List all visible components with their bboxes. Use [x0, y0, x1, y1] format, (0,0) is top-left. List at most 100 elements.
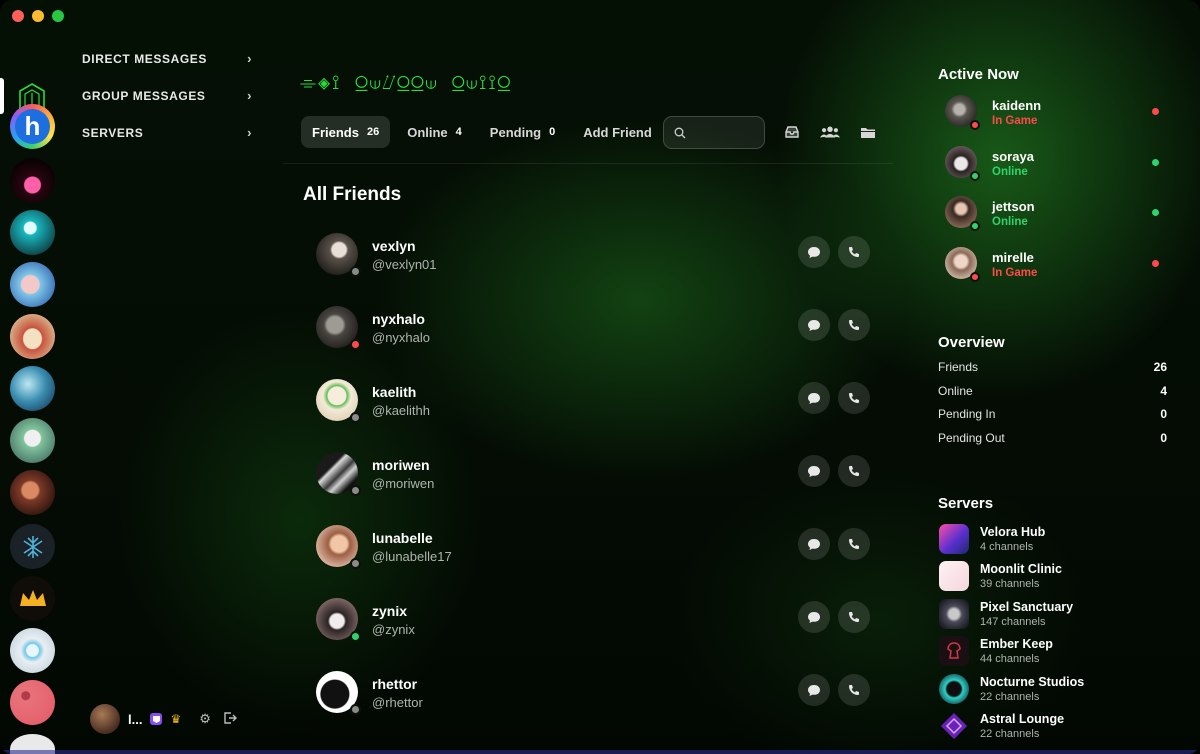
- tab-label: Add Friend: [583, 124, 652, 140]
- tab-add-friend[interactable]: Add Friend: [572, 116, 663, 148]
- friend-row[interactable]: moriwen @moriwen: [316, 445, 876, 518]
- friend-row[interactable]: rhettor @rhettor: [316, 664, 876, 737]
- activity-indicator: [1152, 259, 1159, 267]
- nav-item-direct-messages[interactable]: DIRECT MESSAGES ›: [82, 40, 252, 77]
- tab-online[interactable]: Online 4: [396, 116, 473, 148]
- active-user-row[interactable]: jettson Online: [945, 196, 1165, 247]
- group-users-icon[interactable]: [820, 122, 840, 142]
- crown-badge-icon: ♛: [170, 712, 182, 726]
- server-icon-shell[interactable]: [10, 628, 55, 673]
- friend-list: vexlyn@vexlyn01 nyxhalo@nyxhalo kaelit: [316, 226, 876, 737]
- server-row[interactable]: Pixel Sanctuary 147 channels: [939, 595, 1169, 633]
- section-title: All Friends: [303, 184, 402, 205]
- server-icon-anime[interactable]: [10, 262, 55, 307]
- settings-gear-icon[interactable]: ⚙: [199, 711, 211, 727]
- active-user-row[interactable]: kaidenn In Game: [945, 95, 1165, 146]
- tab-friends[interactable]: Friends 26: [301, 116, 391, 148]
- search-box[interactable]: [663, 116, 765, 149]
- phone-icon: [849, 466, 859, 476]
- friend-row[interactable]: zynix @zynix: [316, 591, 876, 664]
- call-button[interactable]: [838, 528, 870, 560]
- server-icon-crown[interactable]: [10, 576, 55, 621]
- friend-avatar: [316, 233, 361, 277]
- minimize-window-button[interactable]: [32, 10, 44, 22]
- server-icon-heart[interactable]: [10, 158, 55, 203]
- chat-bubble-icon: [808, 684, 820, 696]
- friend-name: kaelith: [372, 384, 417, 400]
- message-button[interactable]: [798, 674, 830, 706]
- call-button[interactable]: [838, 382, 870, 414]
- friend-handle: @rhettor: [372, 695, 423, 710]
- maximize-window-button[interactable]: [52, 10, 64, 22]
- message-button[interactable]: [798, 455, 830, 487]
- server-icon-teal[interactable]: [10, 210, 55, 255]
- server-icon-astral: [939, 711, 969, 741]
- friend-handle: @vexlyn01: [372, 257, 437, 272]
- chat-bubble-icon: [808, 611, 820, 623]
- server-icon-character[interactable]: [10, 418, 55, 463]
- call-button[interactable]: [838, 309, 870, 341]
- nav-menu: DIRECT MESSAGES › GROUP MESSAGES › SERVE…: [82, 40, 252, 151]
- overview-row: Pending In 0: [938, 407, 1167, 431]
- tab-pending[interactable]: Pending 0: [479, 116, 566, 148]
- active-user-name: mirelle: [992, 249, 1034, 265]
- nav-item-servers[interactable]: SERVERS ›: [82, 114, 252, 151]
- overview-label: Pending Out: [938, 430, 1005, 445]
- chat-bubble-icon: [808, 392, 820, 404]
- call-button[interactable]: [838, 674, 870, 706]
- active-user-row[interactable]: mirelle In Game: [945, 246, 1165, 298]
- user-avatar[interactable]: [90, 704, 120, 734]
- message-button[interactable]: [798, 382, 830, 414]
- status-busy-indicator: [970, 271, 980, 282]
- active-user-row[interactable]: soraya Online: [945, 145, 1165, 197]
- friend-row[interactable]: nyxhalo @nyxhalo: [316, 299, 876, 372]
- chevron-right-icon: ›: [247, 51, 252, 66]
- status-offline-indicator: [350, 558, 361, 569]
- page-title-glyphs: ⌯◈⟟ ⍜⟒⌰⍜⍜⟒ ⍜⟒⟟⟟⍜: [300, 70, 512, 94]
- server-icon-food[interactable]: [10, 314, 55, 359]
- server-name: Nocturne Studios: [980, 674, 1085, 689]
- active-user-name: jettson: [992, 199, 1035, 214]
- nav-item-group-messages[interactable]: GROUP MESSAGES ›: [82, 77, 252, 114]
- status-online-indicator: [970, 221, 980, 231]
- call-button[interactable]: [838, 236, 870, 268]
- server-icon-nocturne: [939, 673, 969, 704]
- status-online-indicator: [350, 631, 361, 642]
- friend-row[interactable]: lunabelle @lunabelle17: [316, 518, 876, 591]
- server-row[interactable]: Moonlit Clinic 39 channels: [939, 558, 1169, 596]
- server-icon-planet[interactable]: [10, 366, 55, 411]
- search-input[interactable]: [692, 125, 762, 140]
- server-row[interactable]: Velora Hub 4 channels: [939, 520, 1169, 558]
- friend-row[interactable]: kaelith @kaelithh: [316, 372, 876, 445]
- server-name: Astral Lounge: [980, 712, 1065, 727]
- overview-stats: Friends 26 Online 4 Pending In 0 Pending Ou…: [938, 360, 1167, 454]
- call-button[interactable]: [838, 601, 870, 633]
- server-rail: h: [0, 36, 64, 754]
- server-row[interactable]: Ember Keep 44 channels: [939, 633, 1169, 671]
- server-icon-rune[interactable]: [10, 524, 55, 569]
- logout-icon[interactable]: [223, 711, 237, 728]
- friend-avatar: [316, 306, 361, 350]
- folder-icon[interactable]: [858, 122, 878, 142]
- server-row[interactable]: Nocturne Studios 22 channels: [939, 670, 1169, 708]
- chat-bubble-icon: [808, 319, 820, 331]
- message-button[interactable]: [798, 601, 830, 633]
- phone-icon: [849, 539, 859, 549]
- nav-item-label: DIRECT MESSAGES: [82, 51, 208, 66]
- server-icon-portrait[interactable]: [10, 470, 55, 515]
- message-button[interactable]: [798, 528, 830, 560]
- message-button[interactable]: [798, 309, 830, 341]
- server-icon-h[interactable]: h: [10, 104, 55, 149]
- server-row[interactable]: Astral Lounge 22 channels: [939, 708, 1169, 746]
- chevron-right-icon: ›: [247, 125, 252, 140]
- tab-count: 4: [455, 126, 462, 138]
- call-button[interactable]: [838, 455, 870, 487]
- server-icon-pink[interactable]: [10, 680, 55, 725]
- tab-label: Pending: [489, 124, 542, 140]
- close-window-button[interactable]: [12, 10, 24, 22]
- friend-row[interactable]: vexlyn @vexlyn01: [316, 226, 876, 299]
- active-now-title: Active Now: [938, 66, 1019, 83]
- rune-icon: [23, 535, 42, 558]
- inbox-icon[interactable]: [782, 122, 802, 142]
- message-button[interactable]: [798, 236, 830, 268]
